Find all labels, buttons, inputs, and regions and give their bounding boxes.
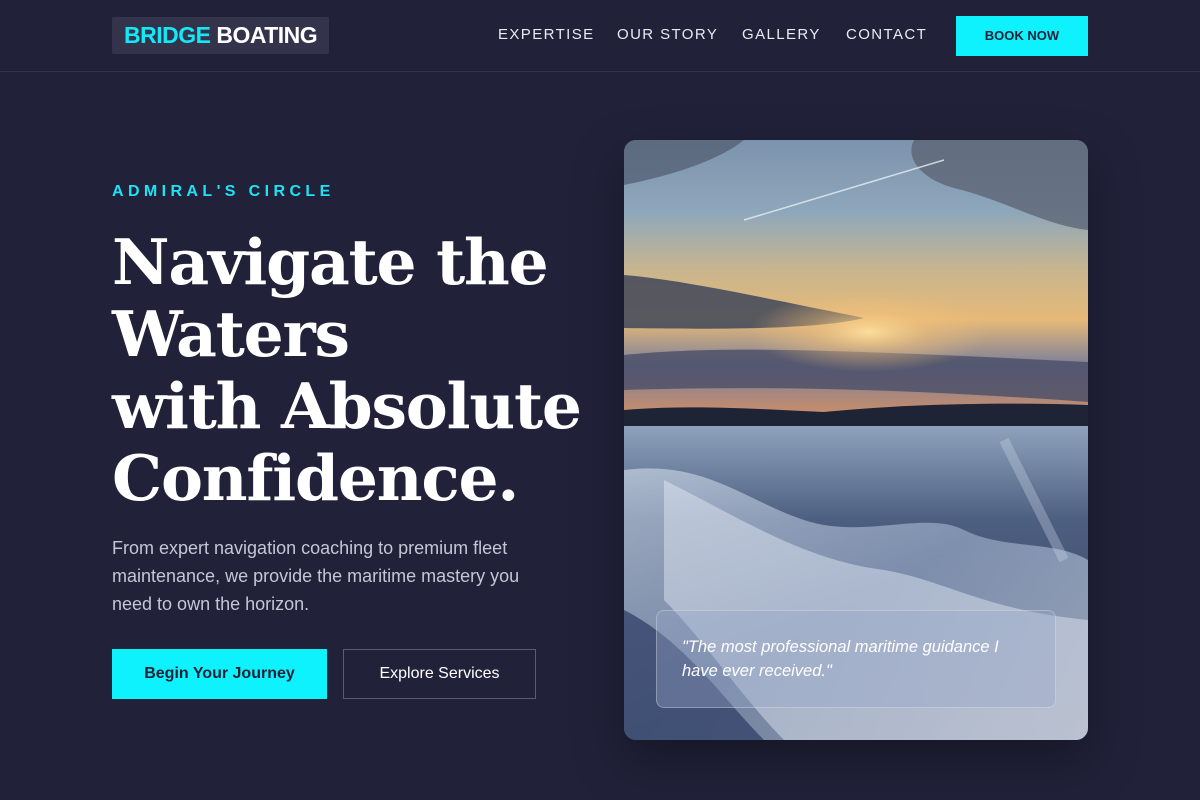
headline-line: with Absolute (112, 369, 582, 443)
explore-services-button[interactable]: Explore Services (343, 649, 536, 699)
headline-line: Waters (112, 297, 350, 371)
testimonial-quote: "The most professional maritime guidance… (656, 610, 1056, 708)
hero-headline: Navigate the Waters with Absolute Confid… (112, 226, 612, 514)
headline-line: Confidence. (112, 441, 519, 515)
hero-eyebrow: ADMIRAL'S CIRCLE (112, 183, 335, 200)
headline-line: Navigate the (112, 225, 549, 299)
begin-journey-button[interactable]: Begin Your Journey (112, 649, 327, 699)
logo-rest-text: BOATING (210, 22, 318, 48)
nav-link-contact[interactable]: CONTACT (846, 0, 927, 70)
book-now-button[interactable]: BOOK NOW (956, 16, 1088, 56)
nav-link-gallery[interactable]: GALLERY (742, 0, 821, 70)
brand-logo[interactable]: BRIDGE BOATING (112, 17, 330, 54)
site-header: BRIDGE BOATING EXPERTISE OUR STORY GALLE… (0, 0, 1200, 72)
nav-link-expertise[interactable]: EXPERTISE (498, 0, 595, 70)
nav-link-our-story[interactable]: OUR STORY (617, 0, 718, 70)
logo-accent-text: BRIDGE (124, 22, 211, 48)
sunset-boat-wake-photo: "The most professional maritime guidance… (624, 140, 1088, 740)
hero-description: From expert navigation coaching to premi… (112, 538, 520, 614)
